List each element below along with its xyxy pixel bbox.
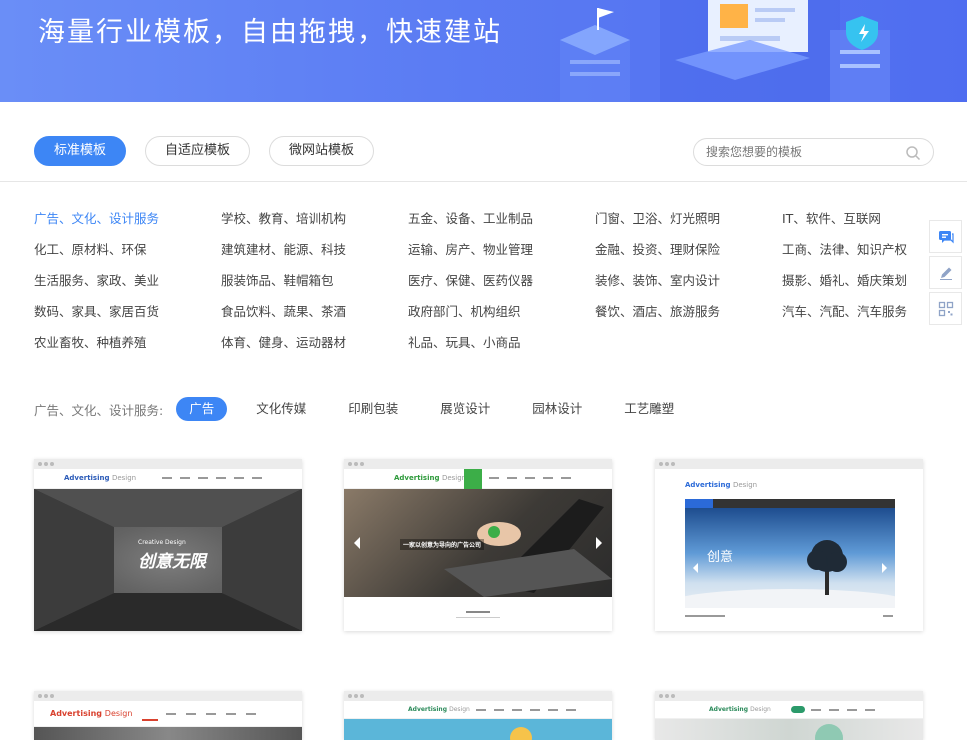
subcategory-item[interactable]: 文化传媒: [243, 397, 319, 421]
industry-category-grid: 广告、文化、设计服务 学校、教育、培训机构 五金、设备、工业制品 门窗、卫浴、灯…: [34, 210, 914, 352]
template-preview-nav: Advertising Design: [344, 701, 612, 719]
category-item[interactable]: 政府部门、机构组织: [408, 303, 595, 321]
qrcode-icon: [938, 301, 953, 316]
search-box: [693, 138, 934, 166]
template-preview-image: Creative Design 创意无限: [34, 489, 302, 631]
category-item[interactable]: 五金、设备、工业制品: [408, 210, 595, 228]
category-item[interactable]: 广告、文化、设计服务: [34, 210, 221, 228]
category-item[interactable]: 建筑建材、能源、科技: [221, 241, 408, 259]
template-preview-nav: [685, 499, 895, 508]
chat-icon: [938, 230, 954, 243]
preview-logo: Advertising: [685, 481, 731, 489]
category-item[interactable]: 食品饮料、蔬果、茶酒: [221, 303, 408, 321]
isometric-illustration: [560, 0, 890, 102]
category-item[interactable]: 医疗、保健、医药仪器: [408, 272, 595, 290]
template-preview-nav: Advertising Design: [344, 469, 612, 489]
template-card[interactable]: Advertising Design: [344, 691, 612, 740]
category-item[interactable]: 汽车、汽配、汽车服务: [782, 303, 914, 321]
banner-title: 海量行业模板，自由拖拽，快速建站: [38, 17, 502, 48]
preview-logo: Advertising: [709, 706, 748, 713]
browser-bar: [34, 691, 302, 701]
divider: [0, 181, 967, 182]
tab-responsive-template[interactable]: 自适应模板: [145, 136, 251, 166]
search-input[interactable]: [706, 143, 896, 161]
chat-button[interactable]: [929, 220, 962, 253]
category-item[interactable]: 数码、家具、家居百货: [34, 303, 221, 321]
template-type-tabs: 标准模板 自适应模板 微网站模板: [34, 136, 375, 166]
category-item[interactable]: 工商、法律、知识产权: [782, 241, 914, 259]
browser-bar: [344, 691, 612, 701]
tab-micro-site-template[interactable]: 微网站模板: [269, 136, 375, 166]
template-preview-nav: Advertising Design: [34, 469, 302, 489]
search-icon[interactable]: [905, 145, 921, 161]
category-item[interactable]: 生活服务、家政、美业: [34, 272, 221, 290]
category-item[interactable]: 学校、教育、培训机构: [221, 210, 408, 228]
edit-button[interactable]: [929, 256, 962, 289]
subcategory-item[interactable]: 园林设计: [519, 397, 595, 421]
preview-hero-text: 创意: [707, 550, 734, 565]
category-item[interactable]: 农业畜牧、种植养殖: [34, 334, 221, 352]
category-item[interactable]: 礼品、玩具、小商品: [408, 334, 595, 352]
template-preview-nav: Advertising Design: [655, 701, 923, 719]
template-card[interactable]: Advertising Design 创意: [655, 459, 923, 631]
browser-bar: [34, 459, 302, 469]
category-item[interactable]: 餐饮、酒店、旅游服务: [595, 303, 782, 321]
template-card[interactable]: Advertising Design: [655, 691, 923, 740]
preview-logo: Advertising: [408, 706, 447, 713]
category-item[interactable]: 装修、装饰、室内设计: [595, 272, 782, 290]
template-preview-nav: Advertising Design: [34, 701, 302, 727]
preview-hero-text: 一家以创意为导向的广告公司: [400, 539, 485, 550]
browser-bar: [655, 459, 923, 469]
subcategory-item[interactable]: 广告: [176, 397, 228, 421]
edit-icon: [939, 267, 952, 280]
subcategory-item[interactable]: 工艺雕塑: [611, 397, 687, 421]
preview-hero-sub: Creative Design: [138, 539, 186, 546]
subcategory-filter: 广告、文化、设计服务: 广告 文化传媒 印刷包装 展览设计 园林设计 工艺雕塑: [34, 397, 703, 421]
category-item[interactable]: 运输、房产、物业管理: [408, 241, 595, 259]
template-preview-image: 创意: [685, 508, 895, 608]
template-card[interactable]: Advertising Design 一家以创意为导向的广告公司: [344, 459, 612, 631]
category-item[interactable]: 化工、原材料、环保: [34, 241, 221, 259]
category-item[interactable]: 服装饰品、鞋帽箱包: [221, 272, 408, 290]
preview-logo: Advertising: [64, 474, 110, 482]
preview-logo: Advertising: [50, 709, 102, 718]
subcategory-item[interactable]: 展览设计: [427, 397, 503, 421]
category-item[interactable]: 金融、投资、理财保险: [595, 241, 782, 259]
subcategory-label: 广告、文化、设计服务:: [34, 402, 164, 418]
category-item[interactable]: IT、软件、互联网: [782, 210, 914, 228]
qrcode-button[interactable]: [929, 292, 962, 325]
browser-bar: [344, 459, 612, 469]
template-card[interactable]: Advertising Design: [34, 691, 302, 740]
browser-bar: [655, 691, 923, 701]
category-item[interactable]: 体育、健身、运动器材: [221, 334, 408, 352]
preview-hero-text: 创意无限: [138, 552, 206, 572]
template-preview-image: 一家以创意为导向的广告公司: [344, 489, 612, 597]
template-card[interactable]: Advertising Design Creative Design 创意无限: [34, 459, 302, 631]
floating-toolbar: [929, 220, 962, 328]
hero-banner: 海量行业模板，自由拖拽，快速建站: [0, 0, 967, 102]
subcategory-item[interactable]: 印刷包装: [335, 397, 411, 421]
category-item[interactable]: 门窗、卫浴、灯光照明: [595, 210, 782, 228]
tab-standard-template[interactable]: 标准模板: [34, 136, 127, 166]
preview-logo: Advertising: [394, 474, 440, 482]
category-item[interactable]: 摄影、婚礼、婚庆策划: [782, 272, 914, 290]
